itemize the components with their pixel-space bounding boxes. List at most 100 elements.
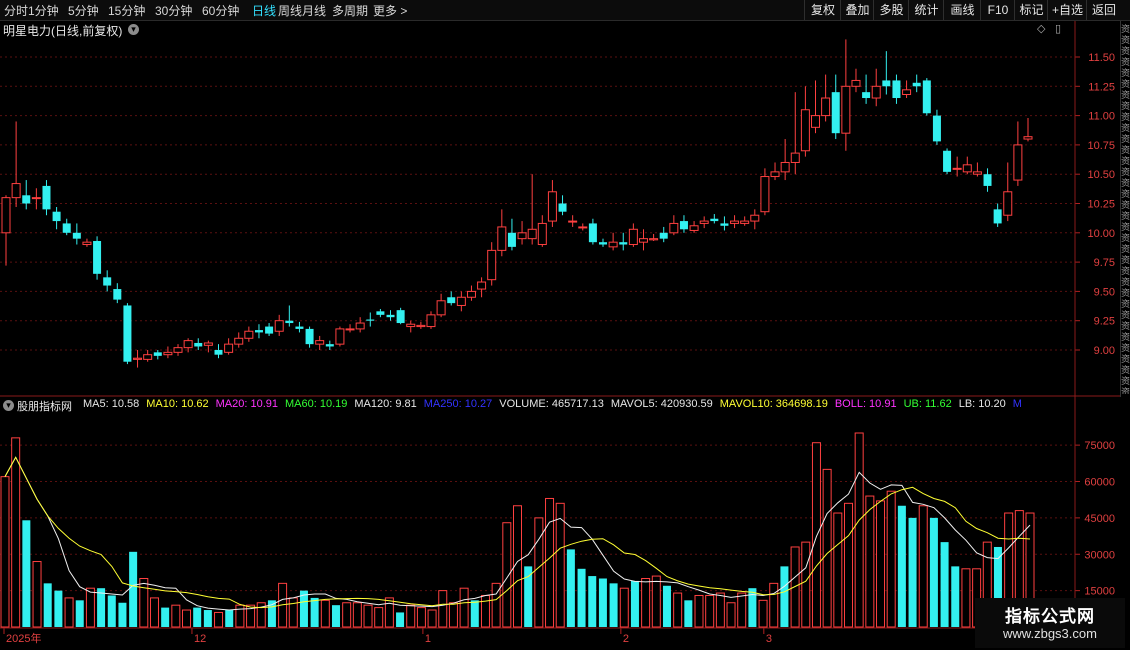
candle-body-up [1, 197, 11, 234]
price-grid [0, 56, 1075, 351]
price-tick-label: 11.25 [1088, 81, 1115, 93]
price-tick-label: 11.50 [1088, 52, 1115, 64]
candle-body-up [578, 226, 588, 229]
indicator-chevron-icon[interactable]: ▾ [3, 400, 14, 411]
candle-body-up [527, 228, 537, 240]
candle-body-up [841, 85, 851, 134]
candle-body-down [113, 289, 122, 300]
candle-body-down [396, 310, 405, 324]
candle-body-up [740, 220, 750, 224]
volume-bar-up [705, 594, 715, 628]
candle-body-down [62, 223, 71, 233]
volume-bar-up [769, 582, 779, 628]
candle-body-down [22, 195, 31, 204]
candle-body-up [274, 320, 284, 332]
volume-bar-up [139, 578, 149, 628]
candle-body-down [265, 326, 274, 334]
volume-bar-up [406, 604, 416, 628]
candle-body-up [406, 323, 416, 328]
candle-body-up [1023, 136, 1033, 140]
candle-body-up [497, 226, 507, 251]
volume-bar-up [459, 587, 469, 628]
volume-bar-up [427, 609, 437, 628]
candle-body-up [800, 109, 810, 152]
price-axis: 9.00 9.25 9.50 9.75 10.00 10.25 10.50 10.75 11.0… [1075, 52, 1115, 357]
indicator-value-3: MA60: 10.19 [285, 398, 348, 410]
candle-body-up [628, 228, 638, 246]
indicator-value-10: UB: 11.62 [903, 398, 952, 410]
candle-body-down [123, 305, 132, 362]
volume-bar-down [929, 517, 938, 627]
volume-bar-down [97, 588, 106, 627]
candle-body-up [649, 238, 659, 241]
volume-bar-up [384, 597, 394, 628]
date-label: 2025年 [6, 631, 41, 645]
volume-bar-down [396, 612, 405, 627]
date-axis: 2025年 12 1 2 3 [3, 628, 772, 645]
volume-bar-up [854, 432, 864, 628]
candle-body-down [599, 242, 608, 245]
volume-bar-up [865, 495, 875, 628]
volume-bar-up [651, 575, 661, 628]
volume-bar-up [918, 505, 928, 628]
candle-body-down [42, 185, 51, 210]
candle-body-up [82, 241, 92, 246]
candle-body-up [31, 197, 41, 200]
candle-body-down [588, 223, 597, 243]
candle-body-down [659, 232, 668, 239]
volume-bar-up [619, 587, 629, 628]
date-label: 1 [425, 633, 431, 645]
indicator-value-11: LB: 10.20 [958, 398, 1006, 410]
candle-body-up [638, 238, 648, 243]
candle-body-down [254, 330, 263, 333]
candle-body-up [163, 351, 173, 356]
candle-body-up [244, 330, 254, 339]
candle-body-up [547, 191, 557, 222]
indicator-legend: ▾ 股朋指标网 MA5: 10.58 MA10: 10.62 MA20: 10.91… [0, 397, 1075, 413]
volume-bar-up [438, 590, 448, 628]
volume-tick-label: 45000 [1084, 513, 1115, 525]
volume-bar-down [75, 600, 84, 627]
candle-body-up [466, 290, 476, 298]
candle-body-down [720, 223, 729, 226]
volume-bar-up [352, 602, 362, 628]
candle-body-up [416, 324, 426, 328]
volume-bar-up [726, 602, 736, 628]
indicator-value-5: MA250: 10.27 [423, 398, 493, 410]
candle-body-up [426, 314, 436, 328]
candle-body-up [972, 171, 982, 175]
volume-bar-up [833, 512, 843, 628]
candle-body-down [507, 232, 516, 247]
candle-body-down [679, 221, 688, 230]
candle-body-down [993, 209, 1002, 224]
candle-body-up [537, 222, 547, 246]
volume-bar-down [630, 580, 639, 627]
kline-chart[interactable]: 9.00 9.25 9.50 9.75 10.00 10.25 10.50 10.75 11.0… [0, 0, 1130, 650]
candle-body-down [376, 311, 385, 315]
candle-body-down [882, 80, 891, 87]
volume-bar-up [363, 604, 373, 628]
indicator-value-6: VOLUME: 465717.13 [499, 398, 604, 410]
candle-body-up [355, 322, 365, 330]
volume-bar-down [118, 602, 127, 627]
volume-bar-down [588, 576, 597, 627]
volume-bar-down [161, 607, 170, 627]
candle-body-down [103, 277, 112, 286]
candle-body-down [912, 82, 921, 87]
volume-bar-up [801, 541, 811, 628]
candle-body-up [821, 97, 831, 117]
volume-bar-up [876, 500, 886, 628]
candle-body-up [143, 354, 153, 360]
candle-body-up [234, 337, 244, 345]
watermark-url: www.zbgs3.com [1003, 626, 1097, 641]
candle-body-down [619, 242, 628, 245]
volume-bar-down [566, 549, 575, 627]
indicator-name[interactable]: 股朋指标网 [17, 398, 72, 413]
volume-bar-up [545, 497, 555, 628]
candle-body-down [386, 314, 395, 318]
volume-bar-up [32, 561, 42, 628]
volume-axis: 15000 30000 45000 60000 75000 [1075, 440, 1115, 598]
volume-tick-label: 60000 [1084, 477, 1115, 489]
candle-body-down [558, 203, 567, 212]
volume-bar-up [320, 599, 330, 628]
